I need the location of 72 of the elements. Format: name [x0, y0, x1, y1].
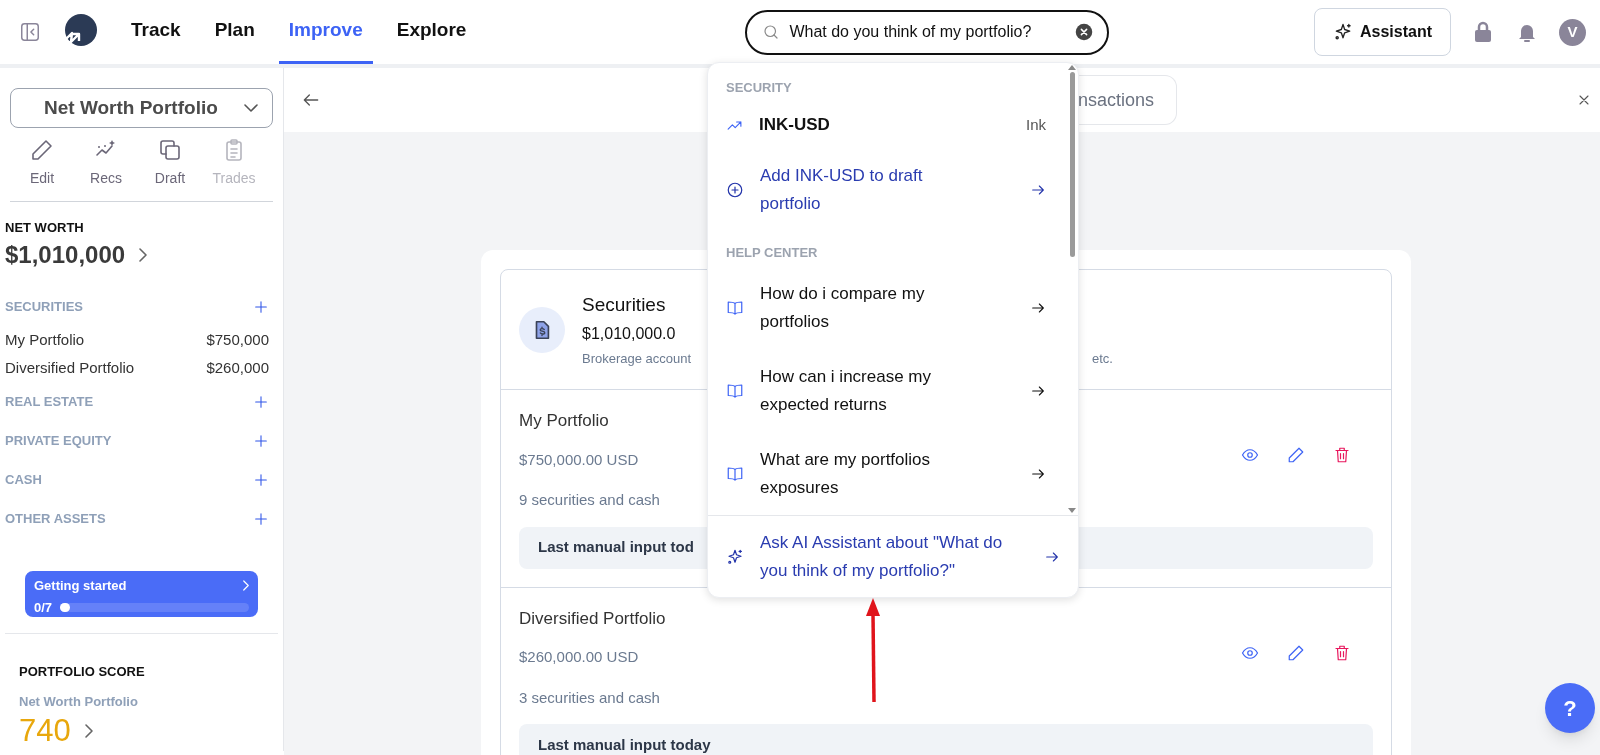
account-name[interactable]: My Portfolio — [5, 328, 85, 352]
chevron-right-icon[interactable] — [139, 248, 148, 262]
trash-icon[interactable] — [1333, 643, 1351, 662]
section-heading: OTHER ASSETS — [5, 509, 106, 528]
plus-icon[interactable] — [253, 432, 269, 449]
ask-assistant-option[interactable]: Ask AI Assistant about "What do you think of my portfolio?" — [708, 515, 1078, 597]
last-input-text: Last manual input tod — [538, 537, 694, 558]
category-total: $1,010,000.0 — [582, 323, 676, 344]
account-value: $260,000 — [206, 357, 269, 378]
plus-icon[interactable] — [253, 471, 269, 488]
net-worth-value: $1,010,000 — [5, 240, 126, 270]
eye-icon[interactable] — [1241, 446, 1259, 464]
plus-icon[interactable] — [253, 298, 269, 315]
category-title: Securities — [582, 293, 666, 317]
toolbar-button[interactable]: Draft — [138, 137, 202, 189]
section-heading: SECURITIES — [5, 297, 83, 316]
sidebar-toggle-icon[interactable] — [19, 21, 41, 43]
portfolio-name: My Portfolio — [519, 410, 610, 432]
draft-icon — [158, 137, 182, 162]
getting-started-card[interactable]: Getting started 0/7 — [25, 571, 258, 617]
sparkle-icon — [726, 547, 744, 566]
group-heading: HELP CENTER — [725, 244, 819, 263]
category-description: Brokerage account — [582, 349, 693, 368]
chevron-right-icon — [243, 580, 249, 592]
holdings-count: 9 securities and cash — [519, 490, 660, 510]
nav-tab[interactable]: Plan — [204, 0, 265, 64]
net-worth-label: NET WORTH — [5, 218, 85, 237]
score-label: PORTFOLIO SCORE — [19, 663, 146, 681]
search-field[interactable]: What do you think of my portfolio? — [745, 9, 1110, 55]
category-description: etc. — [1092, 349, 1113, 368]
account-value: $750,000 — [206, 329, 269, 350]
plus-icon[interactable] — [253, 510, 269, 527]
nav-tab[interactable]: Explore — [386, 0, 477, 64]
getting-started-title: Getting started — [34, 577, 127, 595]
toolbar-button[interactable]: Edit — [10, 137, 74, 189]
chevron-right-icon[interactable] — [84, 724, 93, 738]
book-icon — [726, 464, 744, 483]
search-result[interactable]: Add INK-USD to draft portfolio — [708, 148, 1064, 232]
toolbar-button[interactable]: Recs — [74, 137, 138, 189]
edit-icon — [30, 137, 54, 162]
nav-tab[interactable]: Track — [121, 0, 191, 64]
plus-icon[interactable] — [253, 393, 269, 410]
progress-count: 0/7 — [34, 598, 53, 617]
trash-icon[interactable] — [1333, 446, 1351, 464]
score-portfolio-name: Net Worth Portfolio — [19, 692, 139, 711]
portfolio-name: Diversified Portfolio — [519, 607, 666, 630]
search-result[interactable]: INK-USD Ink — [708, 101, 1064, 149]
account-name[interactable]: Diversified Portfolio — [5, 356, 135, 380]
pencil-icon[interactable] — [1287, 643, 1305, 662]
holdings-count: 3 securities and cash — [519, 687, 661, 708]
portfolio-value: $750,000.00 USD — [519, 449, 640, 470]
scrollbar[interactable] — [1068, 65, 1076, 513]
result-detail: Ink — [1026, 114, 1046, 135]
last-input-text: Last manual input today — [538, 734, 711, 755]
assistant-button[interactable]: Assistant — [1313, 8, 1451, 56]
chevron-down-icon — [244, 103, 258, 112]
portfolio-score: 740 — [19, 712, 71, 750]
portfolio-selector[interactable]: Net Worth Portfolio — [10, 88, 273, 128]
plus-circle-icon — [726, 181, 744, 200]
nav-tab[interactable]: Improve — [278, 0, 373, 64]
section-heading: CASH — [5, 470, 42, 489]
search-result[interactable]: How do i compare my portfolios — [708, 266, 1064, 350]
clear-icon[interactable] — [1075, 22, 1094, 41]
section-heading: PRIVATE EQUITY — [5, 431, 112, 450]
portfolio-value: $260,000.00 USD — [519, 647, 640, 667]
search-result[interactable]: What are my portfolios exposures — [708, 432, 1064, 515]
section-heading: REAL ESTATE — [5, 392, 94, 411]
pencil-icon[interactable] — [1287, 446, 1305, 464]
book-icon — [726, 381, 744, 400]
search-result[interactable]: How can i increase my expected returns — [708, 349, 1064, 433]
user-avatar[interactable]: V — [1559, 18, 1586, 46]
group-heading: SECURITY — [725, 79, 793, 97]
